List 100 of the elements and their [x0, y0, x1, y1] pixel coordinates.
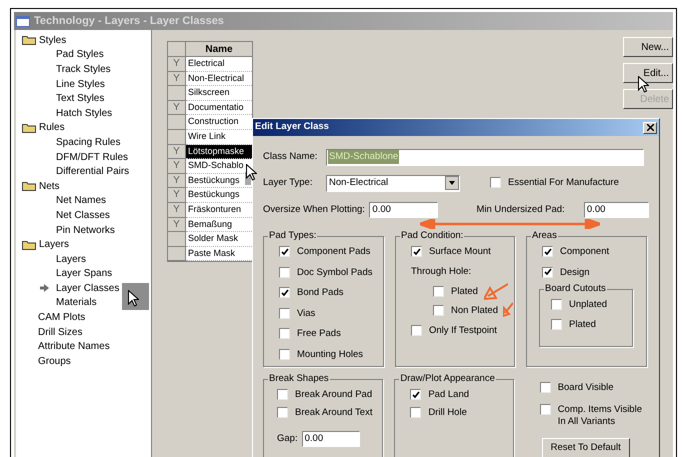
input-field[interactable]: 0.00	[584, 202, 650, 218]
checkbox[interactable]	[410, 407, 422, 418]
checkbox[interactable]	[279, 287, 290, 298]
checkbox[interactable]	[540, 382, 551, 393]
group-title: Break Shapes	[268, 373, 330, 385]
tree-item[interactable]: Layers	[39, 237, 70, 252]
checkbox-label: Free Pads	[297, 328, 341, 340]
checkmark-icon	[544, 248, 552, 256]
mouse-pointer-icon	[128, 290, 139, 307]
table-cell: Y	[168, 188, 186, 203]
checkmark-icon	[412, 390, 420, 398]
checkbox[interactable]	[410, 389, 422, 400]
close-button[interactable]	[643, 122, 657, 134]
checkmark-icon	[280, 248, 288, 256]
checkbox[interactable]	[540, 404, 551, 415]
checkbox-label: Board Visible	[558, 382, 614, 394]
folder-icon	[22, 181, 36, 192]
tree-item[interactable]: CAM Plots	[38, 310, 86, 326]
checkbox[interactable]	[551, 299, 562, 310]
tree-item[interactable]: Pin Networks	[56, 222, 115, 238]
tree-item[interactable]: Net Names	[56, 193, 106, 208]
table-header: Name	[186, 42, 252, 57]
table-cell[interactable]: Non-Electrical	[186, 72, 252, 86]
checkmark-icon	[412, 248, 420, 256]
tree-item[interactable]: Text Styles	[56, 91, 104, 106]
dropdown[interactable]: Non-Electrical	[326, 174, 460, 192]
arrow-icon	[40, 284, 49, 292]
checkbox[interactable]	[411, 325, 422, 336]
checkbox[interactable]	[279, 308, 290, 319]
window-title: Technology - Layers - Layer Classes	[34, 14, 224, 29]
table-cell: Y	[168, 72, 186, 86]
checkbox-label: Break Around Text	[295, 407, 372, 419]
table-cell[interactable]: Lötstopmaske	[186, 144, 252, 160]
tree-item[interactable]: Net Classes	[56, 208, 110, 223]
checkbox[interactable]	[277, 389, 288, 400]
checkbox-label: Bond Pads	[297, 287, 344, 300]
checkbox[interactable]	[542, 266, 553, 278]
close-icon	[646, 124, 654, 131]
table-cell: Y	[168, 100, 186, 116]
checkbox-label: Unplated	[569, 299, 608, 312]
checkmark-icon	[280, 288, 288, 297]
field-label: Gap:	[277, 432, 298, 446]
checkbox[interactable]	[551, 319, 562, 330]
checkbox-label: Non Plated	[451, 305, 498, 318]
tree-item[interactable]: Rules	[39, 120, 65, 136]
tree-item[interactable]: Groups	[38, 354, 71, 369]
field-label: Oversize When Plotting:	[263, 202, 366, 217]
tree-item[interactable]: Attribute Names	[38, 339, 110, 354]
checkbox[interactable]	[433, 286, 444, 297]
checkbox[interactable]	[279, 246, 290, 257]
tree-item[interactable]: Line Styles	[56, 76, 105, 92]
tree-item[interactable]: Hatch Styles	[56, 106, 112, 121]
checkbox-label: Surface Mount	[429, 246, 491, 258]
table-cell[interactable]: Silkscreen	[186, 86, 252, 101]
checkbox[interactable]	[490, 177, 501, 188]
tree-item[interactable]: Differential Pairs	[56, 164, 130, 180]
checkbox-label: Drill Hole	[428, 407, 467, 419]
tree-item[interactable]: Layers	[56, 252, 86, 267]
tree-item[interactable]: Styles	[39, 32, 66, 48]
tree-item[interactable]: DFM/DFT Rules	[56, 150, 128, 165]
checkbox-label: Component	[560, 246, 610, 258]
window-icon	[16, 16, 30, 26]
tree-item[interactable]: Nets	[39, 178, 60, 194]
checkbox-label: Mounting Holes	[297, 348, 364, 361]
table-cell: Y	[168, 202, 186, 218]
mouse-pointer-icon	[638, 76, 649, 93]
checkbox[interactable]	[279, 328, 290, 340]
tree-item[interactable]: Track Styles	[56, 62, 111, 77]
checkbox-label: Plated	[451, 286, 478, 298]
tree-item[interactable]: Layer Spans	[56, 266, 112, 282]
tree-item[interactable]: Materials	[56, 295, 97, 310]
tree-item[interactable]: Drill Sizes	[38, 324, 82, 340]
checkbox-label: Doc Symbol Pads	[297, 266, 373, 279]
dialog-button[interactable]: New...	[623, 37, 673, 57]
table-cell[interactable]: Electrical	[186, 57, 252, 72]
table-cell: Y	[168, 218, 186, 232]
checkbox[interactable]	[542, 246, 553, 257]
checkbox[interactable]	[279, 348, 290, 360]
checkbox[interactable]	[433, 305, 444, 316]
checkbox-label: Design	[560, 266, 590, 279]
reset-button[interactable]: Reset To Default	[542, 438, 630, 457]
tree-item[interactable]: Layer Classes	[56, 280, 120, 296]
group-title: Draw/Plot Appearance	[399, 373, 496, 385]
section-label: Through Hole:	[411, 266, 472, 278]
checkbox[interactable]	[411, 246, 422, 257]
table-cell: Y	[168, 159, 186, 174]
checkmark-icon	[544, 268, 552, 276]
input-field[interactable]: 0.00	[369, 202, 438, 218]
table-cell: Y	[168, 174, 186, 188]
folder-icon	[22, 122, 36, 133]
checkbox-label: Only If Testpoint	[429, 325, 497, 338]
dialog-button[interactable]: Edit...	[623, 63, 673, 83]
group-title: Pad Types:	[268, 230, 318, 242]
tree-item[interactable]: Spacing Rules	[56, 134, 120, 150]
input-field[interactable]: 0.00	[302, 431, 360, 447]
checkbox[interactable]	[279, 266, 290, 278]
tree-item[interactable]: Pad Styles	[56, 47, 104, 62]
checkbox-label: Comp. Items Visible In All Variants	[558, 404, 643, 428]
table-cell[interactable]: Documentatio	[186, 100, 252, 116]
checkbox[interactable]	[277, 407, 288, 418]
